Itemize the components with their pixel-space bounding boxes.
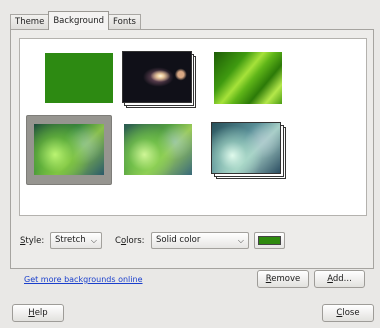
- background-panel: Style: Stretch ⌵ Colors: Solid color ⌵ G…: [10, 29, 374, 288]
- close-button[interactable]: Close: [322, 304, 374, 322]
- background-thumb-green-solid[interactable]: [45, 53, 113, 103]
- style-select[interactable]: Stretch ⌵: [50, 232, 102, 249]
- background-thumb-green-bubbles[interactable]: [34, 124, 104, 175]
- colors-select[interactable]: Solid color ⌵: [151, 232, 249, 249]
- add-button[interactable]: Add...: [314, 270, 365, 288]
- colors-select-value: Solid color: [156, 235, 201, 245]
- color-swatch: [258, 236, 281, 245]
- help-button[interactable]: Help: [12, 304, 64, 322]
- tab-theme[interactable]: Theme: [10, 14, 50, 30]
- background-grid: [19, 38, 367, 216]
- background-thumb-green-bubbles-light[interactable]: [124, 124, 192, 175]
- get-more-backgrounds-link[interactable]: Get more backgrounds online: [24, 274, 143, 286]
- tab-fonts[interactable]: Fonts: [108, 14, 141, 30]
- colors-label: Colors:: [115, 236, 145, 246]
- background-thumb-green-leaf[interactable]: [214, 52, 282, 104]
- style-label: Style:: [20, 236, 45, 246]
- remove-button[interactable]: Remove: [257, 270, 309, 288]
- background-thumb-teal-bubbles[interactable]: [211, 122, 281, 174]
- chevron-down-icon: ⌵: [237, 236, 244, 245]
- chevron-down-icon: ⌵: [90, 236, 97, 245]
- style-select-value: Stretch: [55, 235, 86, 245]
- color-swatch-button[interactable]: [254, 232, 285, 249]
- background-thumb-galaxy[interactable]: [122, 51, 192, 103]
- tab-bar: Theme Background Fonts: [10, 11, 141, 30]
- tab-background[interactable]: Background: [48, 11, 110, 30]
